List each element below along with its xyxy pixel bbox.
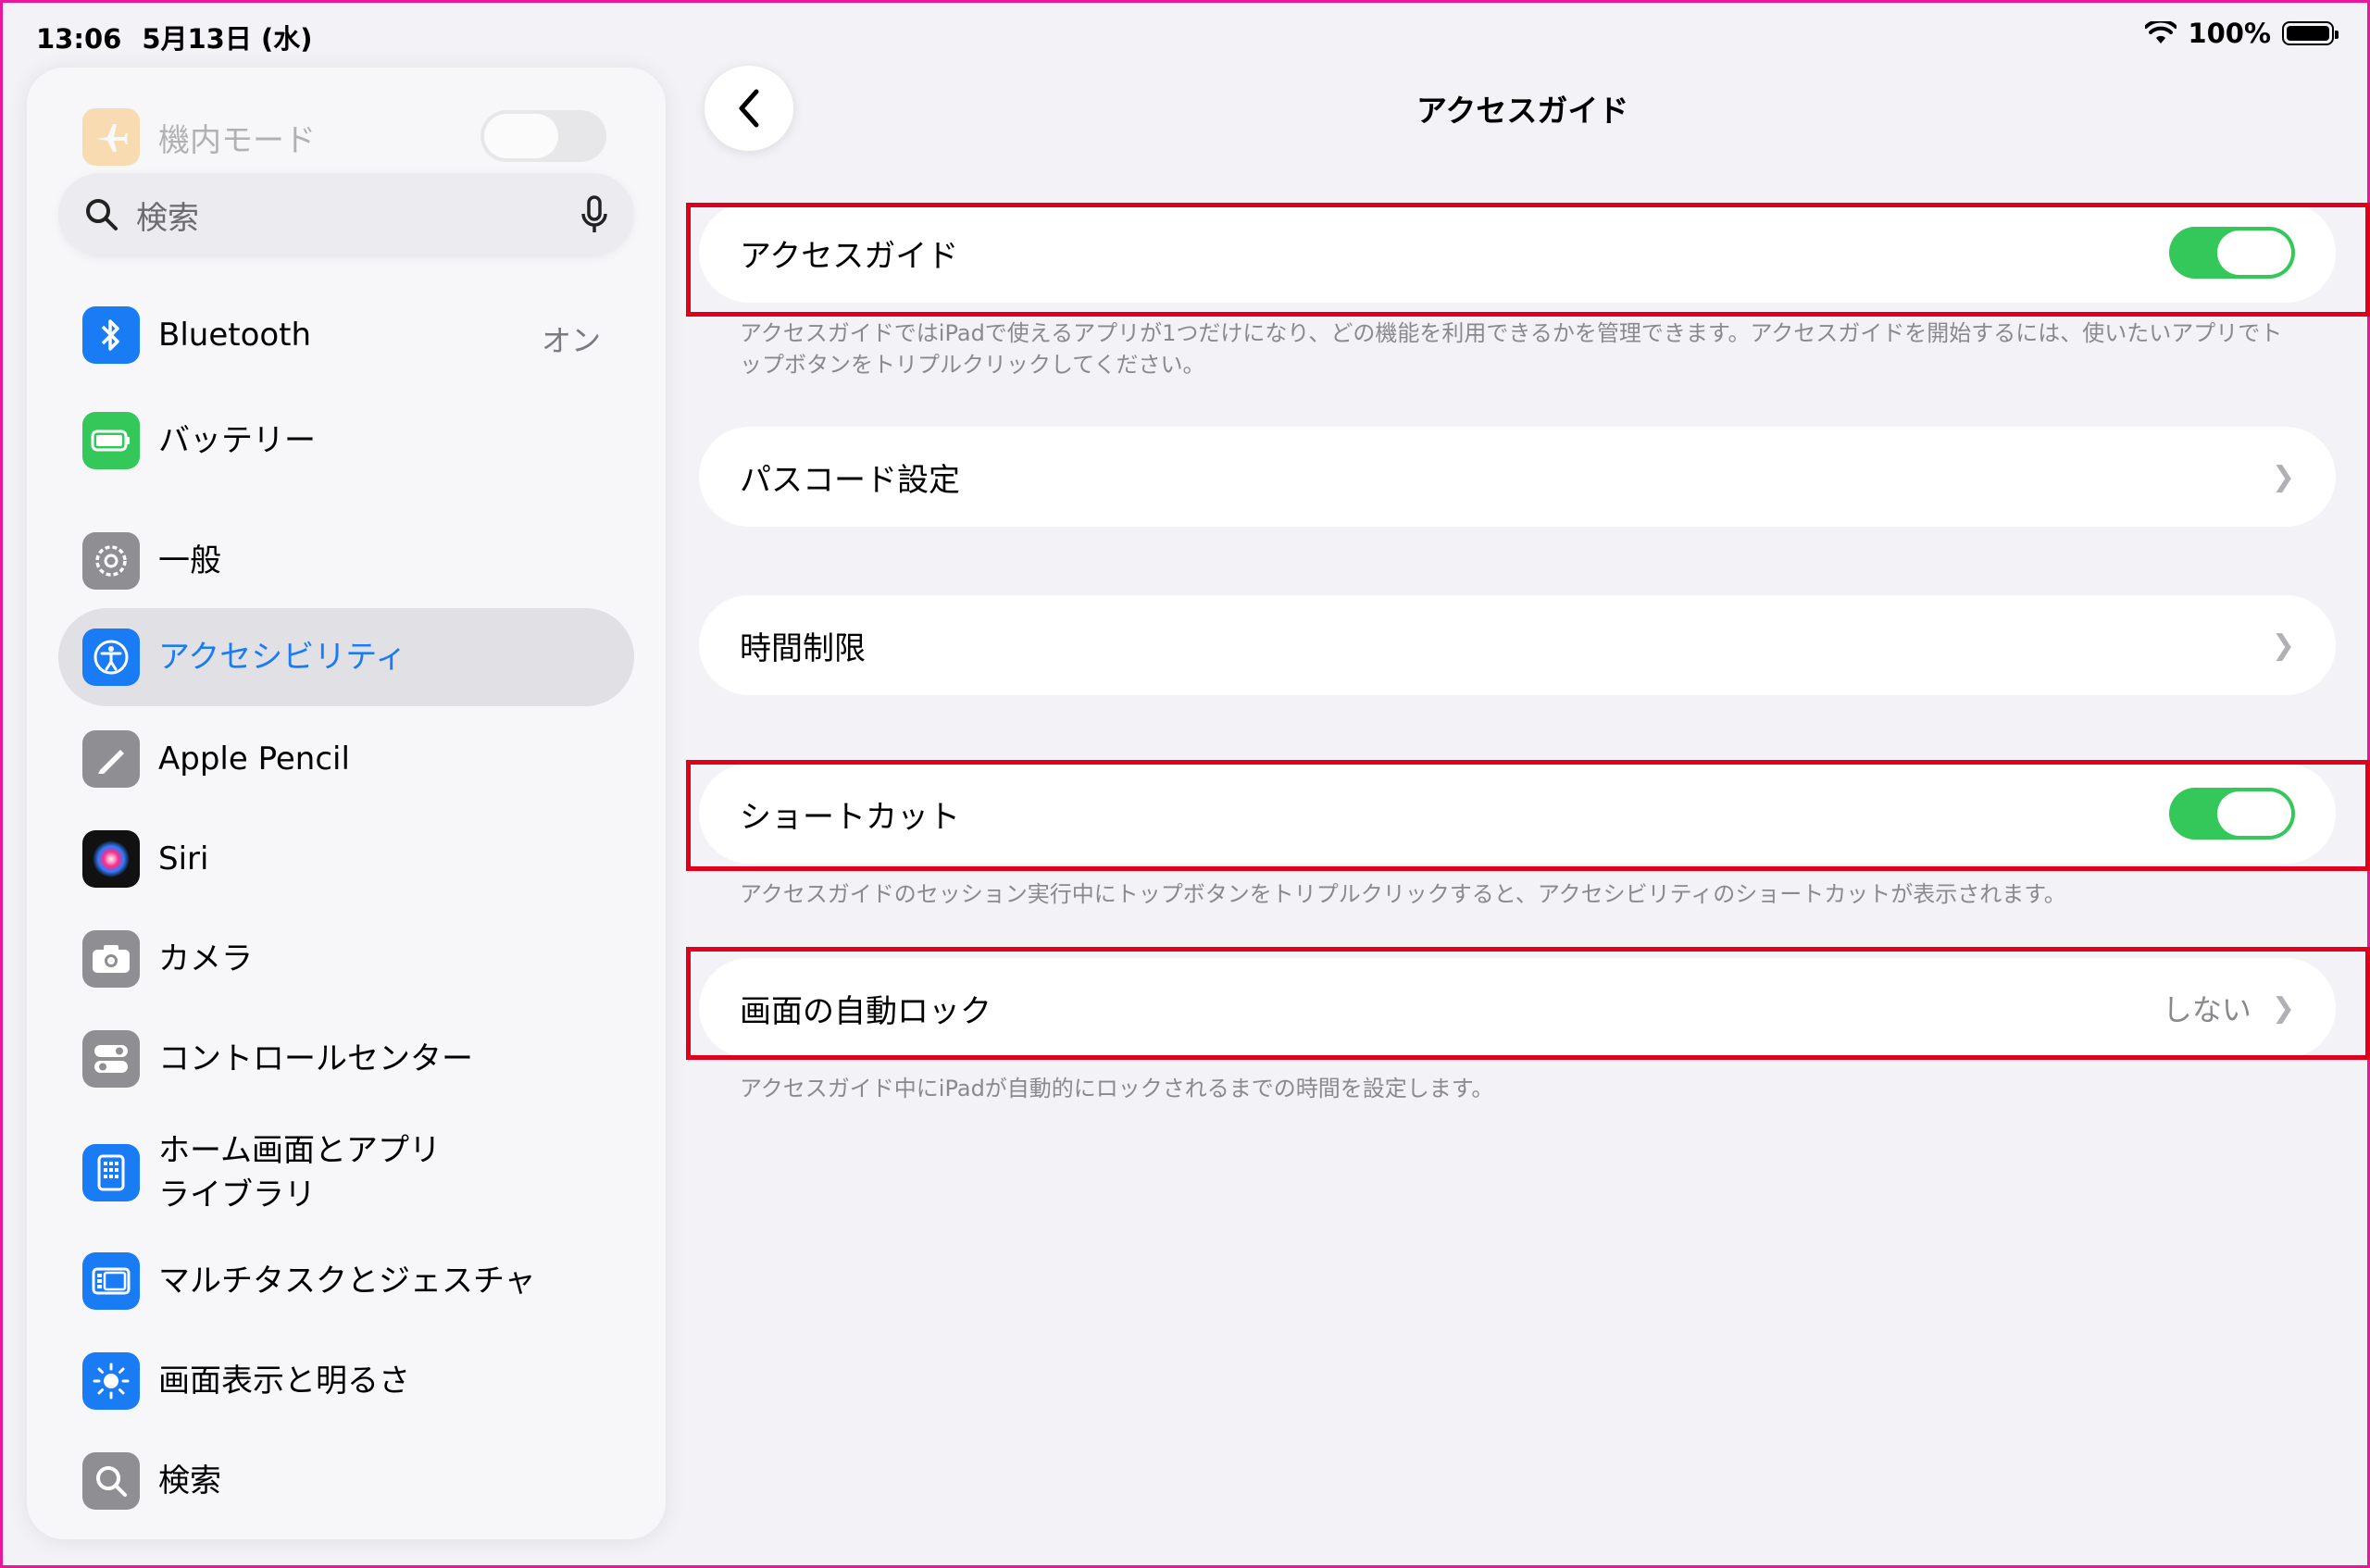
status-indicators: 100% xyxy=(2145,18,2339,49)
sidebar-item-display-brightness[interactable]: 画面表示と明るさ xyxy=(82,1352,410,1410)
status-time-date: 13:06 5月13日 (水) xyxy=(36,18,332,56)
back-button[interactable] xyxy=(705,66,793,151)
sidebar-item-airplane[interactable]: 機内モード xyxy=(82,108,316,166)
brightness-icon xyxy=(82,1352,140,1410)
passcode-settings-row[interactable]: パスコード設定 ❯ xyxy=(699,427,2336,527)
sidebar-item-label: アクセシビリティ xyxy=(158,639,407,676)
time-limits-row[interactable]: 時間制限 ❯ xyxy=(699,595,2336,695)
sidebar-item-home-screen[interactable]: ホーム画面とアプリ ライブラリ xyxy=(82,1128,441,1217)
bluetooth-status: オン xyxy=(541,323,601,358)
guided-access-footer: アクセスガイドではiPadで使えるアプリが1つだけになり、どの機能を利用できるか… xyxy=(740,320,2283,378)
time-limits-label: 時間制限 xyxy=(740,629,866,667)
control-center-icon xyxy=(82,1030,140,1088)
sidebar-item-accessibility[interactable]: アクセシビリティ xyxy=(82,628,406,686)
status-time: 13:06 xyxy=(36,23,122,55)
wifi-icon xyxy=(2145,21,2177,44)
sidebar-item-label: マルチタスクとジェスチャ xyxy=(158,1263,536,1300)
siri-icon xyxy=(82,830,140,888)
passcode-label: パスコード設定 xyxy=(740,461,960,499)
airplane-toggle[interactable] xyxy=(480,110,606,162)
search-icon xyxy=(82,1452,140,1510)
search-placeholder: 検索 xyxy=(136,199,199,237)
sidebar-item-label: 一般 xyxy=(158,542,221,579)
page-title-text: アクセスガイド xyxy=(1416,93,1629,129)
gear-icon xyxy=(82,532,140,590)
search-icon xyxy=(86,199,118,230)
airplane-icon xyxy=(82,108,140,166)
sidebar-item-multitasking[interactable]: マルチタスクとジェスチャ xyxy=(82,1252,536,1310)
chevron-right-icon: ❯ xyxy=(2271,460,2295,493)
sidebar-item-label: Apple Pencil xyxy=(158,740,350,778)
sidebar-item-battery[interactable]: バッテリー xyxy=(82,412,316,469)
sidebar-item-label: バッテリー xyxy=(158,422,316,459)
sidebar-item-label: 画面表示と明るさ xyxy=(158,1363,410,1400)
pencil-icon xyxy=(82,730,140,788)
accessibility-icon xyxy=(82,628,140,686)
sidebar-item-apple-pencil[interactable]: Apple Pencil xyxy=(82,730,350,788)
sidebar-item-search[interactable]: 検索 xyxy=(82,1452,221,1510)
search-input[interactable]: 検索 xyxy=(58,173,634,256)
sidebar-item-general[interactable]: 一般 xyxy=(82,532,221,590)
chevron-right-icon: ❯ xyxy=(2271,628,2295,662)
sidebar-item-label: 機内モード xyxy=(158,121,316,159)
auto-lock-footer: アクセスガイド中にiPadが自動的にロックされるまでの時間を設定します。 xyxy=(740,1076,1494,1101)
bluetooth-icon xyxy=(82,306,140,364)
battery-percent: 100% xyxy=(2188,18,2271,49)
sidebar-item-bluetooth[interactable]: Bluetooth xyxy=(82,306,311,364)
sidebar-item-label-line1: ホーム画面とアプリ xyxy=(158,1132,441,1169)
battery-icon xyxy=(82,412,140,469)
sidebar-item-label: コントロールセンター xyxy=(158,1040,473,1077)
highlight-box-auto-lock xyxy=(686,947,2370,1060)
camera-icon xyxy=(82,930,140,988)
sidebar-item-label: Bluetooth xyxy=(158,317,312,354)
microphone-icon[interactable] xyxy=(580,195,608,234)
sidebar-item-label-line2: ライブラリ xyxy=(158,1176,316,1213)
home-screen-icon xyxy=(82,1144,140,1201)
sidebar-item-label: 検索 xyxy=(158,1462,221,1500)
chevron-left-icon xyxy=(739,89,759,128)
highlight-box-shortcut xyxy=(686,760,2370,871)
battery-icon xyxy=(2282,21,2339,45)
sidebar-item-siri[interactable]: Siri xyxy=(82,830,208,888)
sidebar-item-label: Siri xyxy=(158,840,209,877)
sidebar-item-control-center[interactable]: コントロールセンター xyxy=(82,1030,473,1088)
shortcut-footer: アクセスガイドのセッション実行中にトップボタンをトリプルクリックすると、アクセシ… xyxy=(740,881,2066,907)
multitask-icon xyxy=(82,1252,140,1310)
status-date: 5月13日 (水) xyxy=(142,23,313,55)
sidebar-item-camera[interactable]: カメラ xyxy=(82,930,253,988)
sidebar: 機内モード 検索 Bluetooth オン バッテリー 一般 アクセシビリティ … xyxy=(27,68,666,1539)
highlight-box-guided-access xyxy=(686,203,2370,317)
sidebar-item-label: カメラ xyxy=(158,940,253,977)
status-bar: 13:06 5月13日 (水) 100% xyxy=(3,3,2367,66)
